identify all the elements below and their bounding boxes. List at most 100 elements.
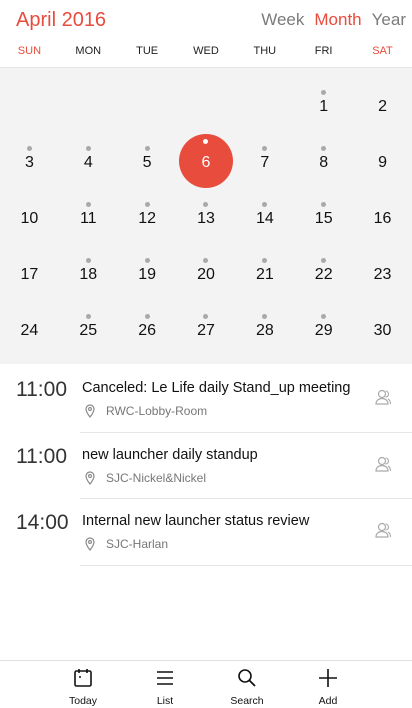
search-label: Search [230,695,264,707]
day-cell[interactable]: 8 [294,130,353,186]
day-cell[interactable]: 30 [353,298,412,354]
calendar-today-icon [74,669,92,687]
day-number: 9 [378,154,388,171]
event-dot [85,146,91,151]
day-cell[interactable]: 27 [177,298,236,354]
day-cell[interactable]: 28 [235,298,294,354]
day-cell[interactable]: 12 [118,186,177,242]
event-dot [262,258,268,263]
day-cell[interactable]: 25 [59,298,118,354]
weekday-label: TUE [136,45,159,57]
day-cell[interactable]: 24 [0,298,59,354]
day-cell[interactable]: 17 [0,242,59,298]
day-cell[interactable]: 10 [0,186,59,242]
person-icon [375,389,392,405]
day-cell[interactable]: 3 [0,130,59,186]
day-number: 3 [24,154,34,171]
event-dot [26,146,32,151]
day-number: 20 [197,266,215,283]
day-number: 1 [319,98,329,115]
day-cell[interactable]: 5 [118,130,177,186]
list-label: List [156,695,174,707]
event-dot [85,202,91,207]
event-dot [203,202,209,207]
day-cell[interactable]: 26 [118,298,177,354]
list-button[interactable]: List [135,661,195,708]
location-pin-icon [85,537,95,551]
day-cell[interactable]: 11 [59,186,118,242]
day-number: 23 [373,266,392,283]
view-week-button[interactable]: Week [261,10,304,30]
calendar-header: April 2016 Week Month Year [0,0,412,40]
day-number: 22 [314,266,333,283]
day-number: 12 [138,210,157,227]
event-dot [262,202,268,207]
day-cell[interactable]: 18 [59,242,118,298]
event-dot [203,314,209,319]
search-icon [238,669,256,687]
add-label: Add [318,695,338,707]
day-number: 8 [319,154,329,171]
day-cell[interactable]: 2 [353,74,412,130]
day-cell[interactable]: 13 [177,186,236,242]
location-pin-icon [85,470,95,485]
weekday-label: THU [253,45,277,57]
day-cell[interactable]: 21 [235,242,294,298]
day-number: 27 [197,322,215,339]
event-dot [144,258,150,263]
weekday-label: FRI [314,45,333,57]
event-dot [321,202,327,207]
day-cell[interactable]: 1 [294,74,353,130]
day-number: 18 [79,266,98,283]
event-dot [144,146,150,151]
view-year-button[interactable]: Year [372,10,406,30]
day-cell[interactable]: 14 [235,186,294,242]
today-label: Today [68,695,98,707]
day-number: 14 [255,210,274,227]
search-button[interactable]: Search [217,661,277,708]
day-cell[interactable]: 9 [353,130,412,186]
event-body: Internal new launcher status review SJC-… [80,499,412,566]
day-cell[interactable]: 16 [353,186,412,242]
person-icon [375,522,392,538]
day-cell[interactable]: 7 [235,130,294,186]
view-switcher: Week Month Year [261,10,406,30]
day-number: 19 [138,266,157,283]
day-number: 13 [197,210,215,227]
month-title[interactable]: April 2016 [16,9,106,32]
day-cell[interactable]: 4 [59,130,118,186]
day-cell[interactable]: 6 [177,130,236,188]
event-item[interactable]: 14:00 Internal new launcher status revie… [0,499,412,566]
event-time: 14:00 [16,511,69,534]
weekday-label: SAT [372,45,393,57]
day-cell[interactable]: 15 [294,186,353,242]
list-icon [157,671,173,685]
person-icon [375,456,392,472]
event-body: Canceled: Le Life daily Stand_up meeting… [80,366,412,433]
weekday-row: SUN MON TUE WED THU FRI SAT [0,40,412,68]
day-number: 26 [138,322,157,339]
day-cell[interactable]: 22 [294,242,353,298]
day-cell[interactable]: 19 [118,242,177,298]
event-title: Canceled: Le Life daily Stand_up meeting [82,380,351,396]
event-location: SJC-Harlan [106,537,169,551]
event-dot [262,146,268,151]
weekday-label: MON [75,45,102,57]
event-item[interactable]: 11:00 Canceled: Le Life daily Stand_up m… [0,366,412,433]
day-cell[interactable]: 23 [353,242,412,298]
event-dot [321,314,327,319]
event-location-row: SJC-Harlan [84,537,168,551]
bottom-nav: Today List Search Add [0,660,412,708]
location-pin-icon [85,404,95,418]
event-dot [85,258,91,263]
today-button[interactable]: Today [53,661,113,708]
day-number: 25 [79,322,98,339]
add-button[interactable]: Add [298,661,358,708]
day-cell[interactable]: 29 [294,298,353,354]
event-location: SJC-Nickel&Nickel [106,470,207,485]
event-item[interactable]: 11:00 new launcher daily standup SJC-Nic… [0,433,412,499]
day-number: 24 [20,322,39,339]
view-month-button[interactable]: Month [314,10,361,30]
day-number: 15 [314,210,333,227]
day-cell[interactable]: 20 [177,242,236,298]
